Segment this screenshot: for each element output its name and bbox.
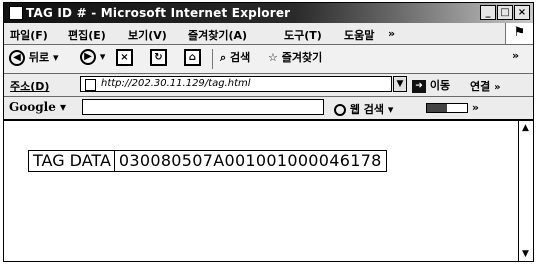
menu-file[interactable]: 파일(F) <box>10 27 48 43</box>
stop-button[interactable]: × <box>116 49 133 66</box>
go-label: 이동 <box>429 79 451 92</box>
links-button[interactable]: 연결 » <box>470 78 501 94</box>
browser-window: TAG ID # - Microsoft Internet Explorer _… <box>3 2 534 262</box>
scroll-down-icon[interactable]: ▼ <box>519 247 532 261</box>
title-bar: TAG ID # - Microsoft Internet Explorer _… <box>4 3 533 23</box>
menubar-overflow[interactable]: » <box>388 27 395 40</box>
links-overflow: » <box>494 82 501 93</box>
menu-help[interactable]: 도움말 <box>344 27 374 43</box>
google-web-search-button[interactable]: 웹 검색 ▾ <box>334 101 393 117</box>
scroll-up-icon[interactable]: ▲ <box>519 121 532 135</box>
google-search-label: 웹 검색 <box>349 103 385 116</box>
search-button[interactable]: ⌕ 검색 <box>220 49 250 65</box>
go-arrow-icon: ➜ <box>412 79 426 93</box>
refresh-button[interactable]: ↻ <box>150 49 167 66</box>
home-button[interactable]: ⌂ <box>184 49 201 66</box>
google-search-icon <box>334 104 346 116</box>
pagerank-indicator[interactable]: » <box>426 101 479 114</box>
google-toolbar: Google ▾ 웹 검색 ▾ » <box>4 97 533 120</box>
refresh-icon: ↻ <box>150 49 167 66</box>
favorites-button[interactable]: ☆ 즐겨찾기 <box>268 49 322 65</box>
ie-icon <box>9 6 23 20</box>
home-icon: ⌂ <box>184 49 201 66</box>
page-content: TAG DATA 030080507A001001000046178 ▲ ▼ <box>4 120 533 261</box>
toolbar-overflow[interactable]: » <box>512 49 519 62</box>
links-label: 연결 <box>470 80 491 93</box>
tag-data-value: 030080507A001001000046178 <box>118 151 382 170</box>
google-logo-text: Google <box>9 100 56 114</box>
address-dropdown-icon[interactable]: ▼ <box>393 76 407 92</box>
address-bar: 주소(D) http://202.30.11.129/tag.html ▼ ➜ … <box>4 74 533 97</box>
address-input[interactable]: http://202.30.11.129/tag.html <box>80 76 392 92</box>
stop-icon: × <box>116 49 133 66</box>
menu-edit[interactable]: 편집(E) <box>68 27 106 43</box>
forward-dropdown-icon: ▾ <box>99 50 106 63</box>
address-url: http://202.30.11.129/tag.html <box>101 78 251 89</box>
forward-arrow-icon: ▶ <box>80 49 96 65</box>
menu-bar: 파일(F) 편집(E) 보기(V) 즐겨찾기(A) 도구(T) 도움말 » ⚑ <box>4 23 533 45</box>
menu-tools[interactable]: 도구(T) <box>284 27 322 43</box>
star-icon: ☆ <box>268 51 278 64</box>
pagerank-bar <box>426 103 468 113</box>
search-label: 검색 <box>230 51 251 64</box>
tag-data-label: TAG DATA <box>29 151 115 171</box>
window-controls: _ □ × <box>480 5 530 20</box>
window-title: TAG ID # - Microsoft Internet Explorer <box>26 6 291 20</box>
vertical-scrollbar[interactable]: ▲ ▼ <box>518 121 533 261</box>
google-search-input[interactable] <box>82 99 324 115</box>
windows-logo-icon: ⚑ <box>505 23 533 44</box>
back-dropdown-icon: ▾ <box>52 51 59 64</box>
page-icon <box>85 79 96 91</box>
address-label: 주소(D) <box>10 80 50 93</box>
maximize-button[interactable]: □ <box>497 5 513 20</box>
forward-button[interactable]: ▶ ▾ <box>80 49 105 65</box>
standard-toolbar: ◀ 뒤로 ▾ ▶ ▾ × ↻ ⌂ ⌕ 검색 ☆ 즐겨찾기 » <box>4 45 533 74</box>
search-icon: ⌕ <box>220 51 227 64</box>
back-arrow-icon: ◀ <box>9 50 25 66</box>
menu-view[interactable]: 보기(V) <box>128 27 167 43</box>
pagerank-overflow: » <box>471 101 479 114</box>
tag-data-table: TAG DATA 030080507A001001000046178 <box>28 150 387 172</box>
google-logo[interactable]: Google ▾ <box>9 100 66 114</box>
toolbar-separator <box>212 49 213 69</box>
menu-favorites[interactable]: 즐겨찾기(A) <box>188 27 247 43</box>
back-label: 뒤로 <box>28 51 50 64</box>
minimize-button[interactable]: _ <box>480 5 496 20</box>
back-button[interactable]: ◀ 뒤로 ▾ <box>9 49 58 66</box>
close-button[interactable]: × <box>514 5 530 20</box>
favorites-label: 즐겨찾기 <box>281 51 323 64</box>
go-button[interactable]: ➜ 이동 <box>412 77 450 93</box>
